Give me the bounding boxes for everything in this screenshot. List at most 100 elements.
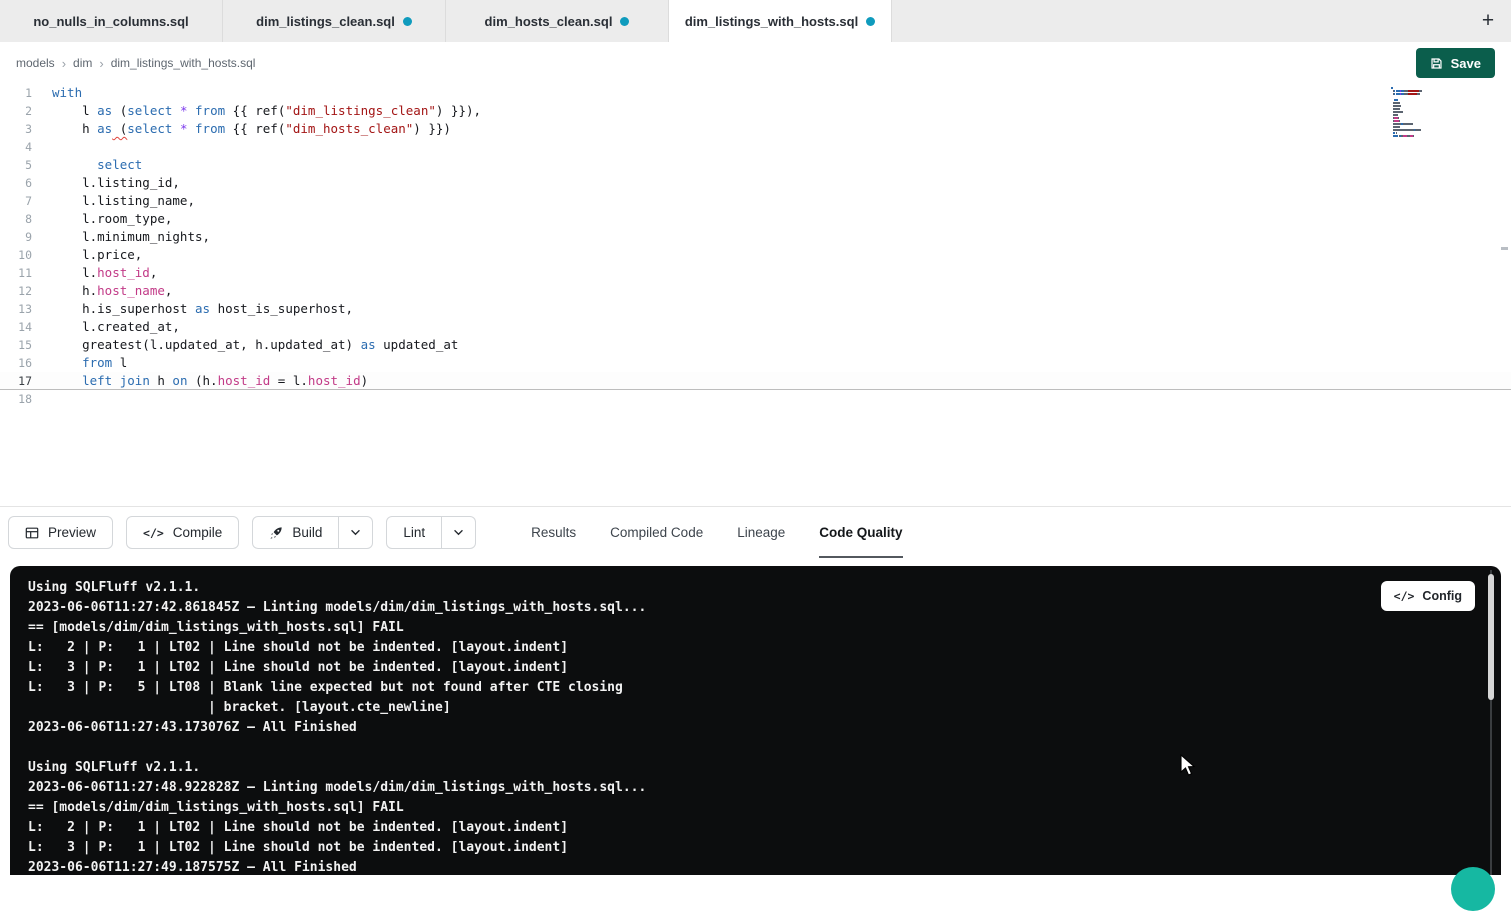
terminal-line: L: 2 | P: 1 | LT02 | Line should not be …: [28, 818, 1461, 838]
build-button[interactable]: Build: [252, 516, 339, 549]
code-text: [32, 138, 52, 156]
editor-toolbar: Preview </> Compile Build Lint Results Co…: [0, 506, 1511, 558]
lint-split-button: Lint: [386, 516, 476, 549]
breadcrumb: models›dim›dim_listings_with_hosts.sql: [16, 56, 255, 71]
preview-button[interactable]: Preview: [8, 516, 113, 549]
overview-ruler-mark: [1501, 247, 1508, 250]
code-text: [32, 390, 52, 408]
preview-label: Preview: [48, 525, 96, 540]
tab-label: dim_listings_clean.sql: [256, 14, 395, 29]
terminal-line: [28, 738, 1461, 758]
line-number: 11: [0, 264, 32, 282]
terminal-line: L: 2 | P: 1 | LT02 | Line should not be …: [28, 638, 1461, 658]
code-text: l.host_id,: [32, 264, 157, 282]
code-text: h.host_name,: [32, 282, 172, 300]
compile-label: Compile: [173, 525, 223, 540]
terminal-line: L: 3 | P: 5 | LT08 | Blank line expected…: [28, 678, 1461, 698]
line-number: 13: [0, 300, 32, 318]
result-tab-lineage[interactable]: Lineage: [737, 507, 785, 558]
code-text: l.price,: [32, 246, 142, 264]
compile-button[interactable]: </> Compile: [126, 516, 239, 549]
code-icon: </>: [143, 526, 164, 540]
code-line-7[interactable]: 7 l.listing_name,: [0, 192, 1511, 210]
line-number: 8: [0, 210, 32, 228]
line-number: 12: [0, 282, 32, 300]
terminal-line: == [models/dim/dim_listings_with_hosts.s…: [28, 798, 1461, 818]
help-fab[interactable]: [1451, 867, 1495, 911]
terminal-panel[interactable]: Using SQLFluff v2.1.1.2023-06-06T11:27:4…: [10, 566, 1501, 875]
build-dropdown-button[interactable]: [339, 516, 373, 549]
result-tab-compiled-code[interactable]: Compiled Code: [610, 507, 703, 558]
save-label: Save: [1451, 56, 1481, 71]
code-line-18[interactable]: 18: [0, 390, 1511, 408]
terminal-scrollbar-thumb[interactable]: [1488, 574, 1494, 700]
unsaved-dot-icon: [866, 17, 875, 26]
editor-tab[interactable]: dim_listings_clean.sql: [223, 0, 446, 42]
code-line-6[interactable]: 6 l.listing_id,: [0, 174, 1511, 192]
tab-label: dim_listings_with_hosts.sql: [685, 14, 858, 29]
code-text: from l: [32, 354, 127, 372]
code-text: l.created_at,: [32, 318, 180, 336]
result-tab-results[interactable]: Results: [531, 507, 576, 558]
line-number: 1: [0, 84, 32, 102]
path-bar: models›dim›dim_listings_with_hosts.sql S…: [0, 42, 1511, 84]
code-line-17[interactable]: 17 left join h on (h.host_id = l.host_id…: [0, 372, 1511, 390]
code-line-9[interactable]: 9 l.minimum_nights,: [0, 228, 1511, 246]
config-button[interactable]: </> Config: [1381, 581, 1475, 611]
build-label: Build: [292, 525, 322, 540]
code-line-1[interactable]: 1with: [0, 84, 1511, 102]
lint-label: Lint: [403, 525, 425, 540]
terminal-line: Using SQLFluff v2.1.1.: [28, 578, 1461, 598]
code-line-8[interactable]: 8 l.room_type,: [0, 210, 1511, 228]
line-number: 18: [0, 390, 32, 408]
preview-grid-icon: [25, 526, 39, 540]
save-icon: [1430, 57, 1443, 70]
code-text: l.listing_name,: [32, 192, 195, 210]
terminal-line: | bracket. [layout.cte_newline]: [28, 698, 1461, 718]
minimap[interactable]: [1391, 87, 1465, 141]
unsaved-dot-icon: [403, 17, 412, 26]
code-line-3[interactable]: 3 h as (select * from {{ ref("dim_hosts_…: [0, 120, 1511, 138]
terminal-output: Using SQLFluff v2.1.1.2023-06-06T11:27:4…: [10, 566, 1501, 878]
code-line-15[interactable]: 15 greatest(l.updated_at, h.updated_at) …: [0, 336, 1511, 354]
terminal-line: == [models/dim/dim_listings_with_hosts.s…: [28, 618, 1461, 638]
breadcrumb-item[interactable]: models: [16, 56, 55, 70]
terminal-line: Using SQLFluff v2.1.1.: [28, 758, 1461, 778]
code-line-4[interactable]: 4: [0, 138, 1511, 156]
line-number: 3: [0, 120, 32, 138]
code-line-13[interactable]: 13 h.is_superhost as host_is_superhost,: [0, 300, 1511, 318]
code-text: greatest(l.updated_at, h.updated_at) as …: [32, 336, 458, 354]
code-icon: </>: [1394, 589, 1415, 603]
unsaved-dot-icon: [620, 17, 629, 26]
code-line-12[interactable]: 12 h.host_name,: [0, 282, 1511, 300]
code-line-2[interactable]: 2 l as (select * from {{ ref("dim_listin…: [0, 102, 1511, 120]
line-number: 4: [0, 138, 32, 156]
new-tab-button[interactable]: +: [1465, 0, 1511, 42]
lint-dropdown-button[interactable]: [442, 516, 476, 549]
code-text: h.is_superhost as host_is_superhost,: [32, 300, 353, 318]
build-split-button: Build: [252, 516, 373, 549]
code-line-14[interactable]: 14 l.created_at,: [0, 318, 1511, 336]
editor-tab[interactable]: dim_listings_with_hosts.sql: [669, 0, 892, 42]
code-line-5[interactable]: 5 select: [0, 156, 1511, 174]
line-number: 5: [0, 156, 32, 174]
breadcrumb-item[interactable]: dim: [73, 56, 92, 70]
code-line-16[interactable]: 16 from l: [0, 354, 1511, 372]
result-tab-code-quality[interactable]: Code Quality: [819, 507, 902, 558]
line-number: 6: [0, 174, 32, 192]
line-number: 16: [0, 354, 32, 372]
code-line-10[interactable]: 10 l.price,: [0, 246, 1511, 264]
code-text: l.room_type,: [32, 210, 172, 228]
save-button[interactable]: Save: [1416, 48, 1495, 78]
tab-label: no_nulls_in_columns.sql: [33, 14, 188, 29]
code-editor[interactable]: 1with2 l as (select * from {{ ref("dim_l…: [0, 84, 1511, 506]
editor-tab[interactable]: no_nulls_in_columns.sql: [0, 0, 223, 42]
lint-button[interactable]: Lint: [386, 516, 442, 549]
line-number: 2: [0, 102, 32, 120]
editor-tab[interactable]: dim_hosts_clean.sql: [446, 0, 669, 42]
breadcrumb-item[interactable]: dim_listings_with_hosts.sql: [111, 56, 256, 70]
line-number: 9: [0, 228, 32, 246]
code-text: select: [32, 156, 142, 174]
line-number: 14: [0, 318, 32, 336]
code-line-11[interactable]: 11 l.host_id,: [0, 264, 1511, 282]
